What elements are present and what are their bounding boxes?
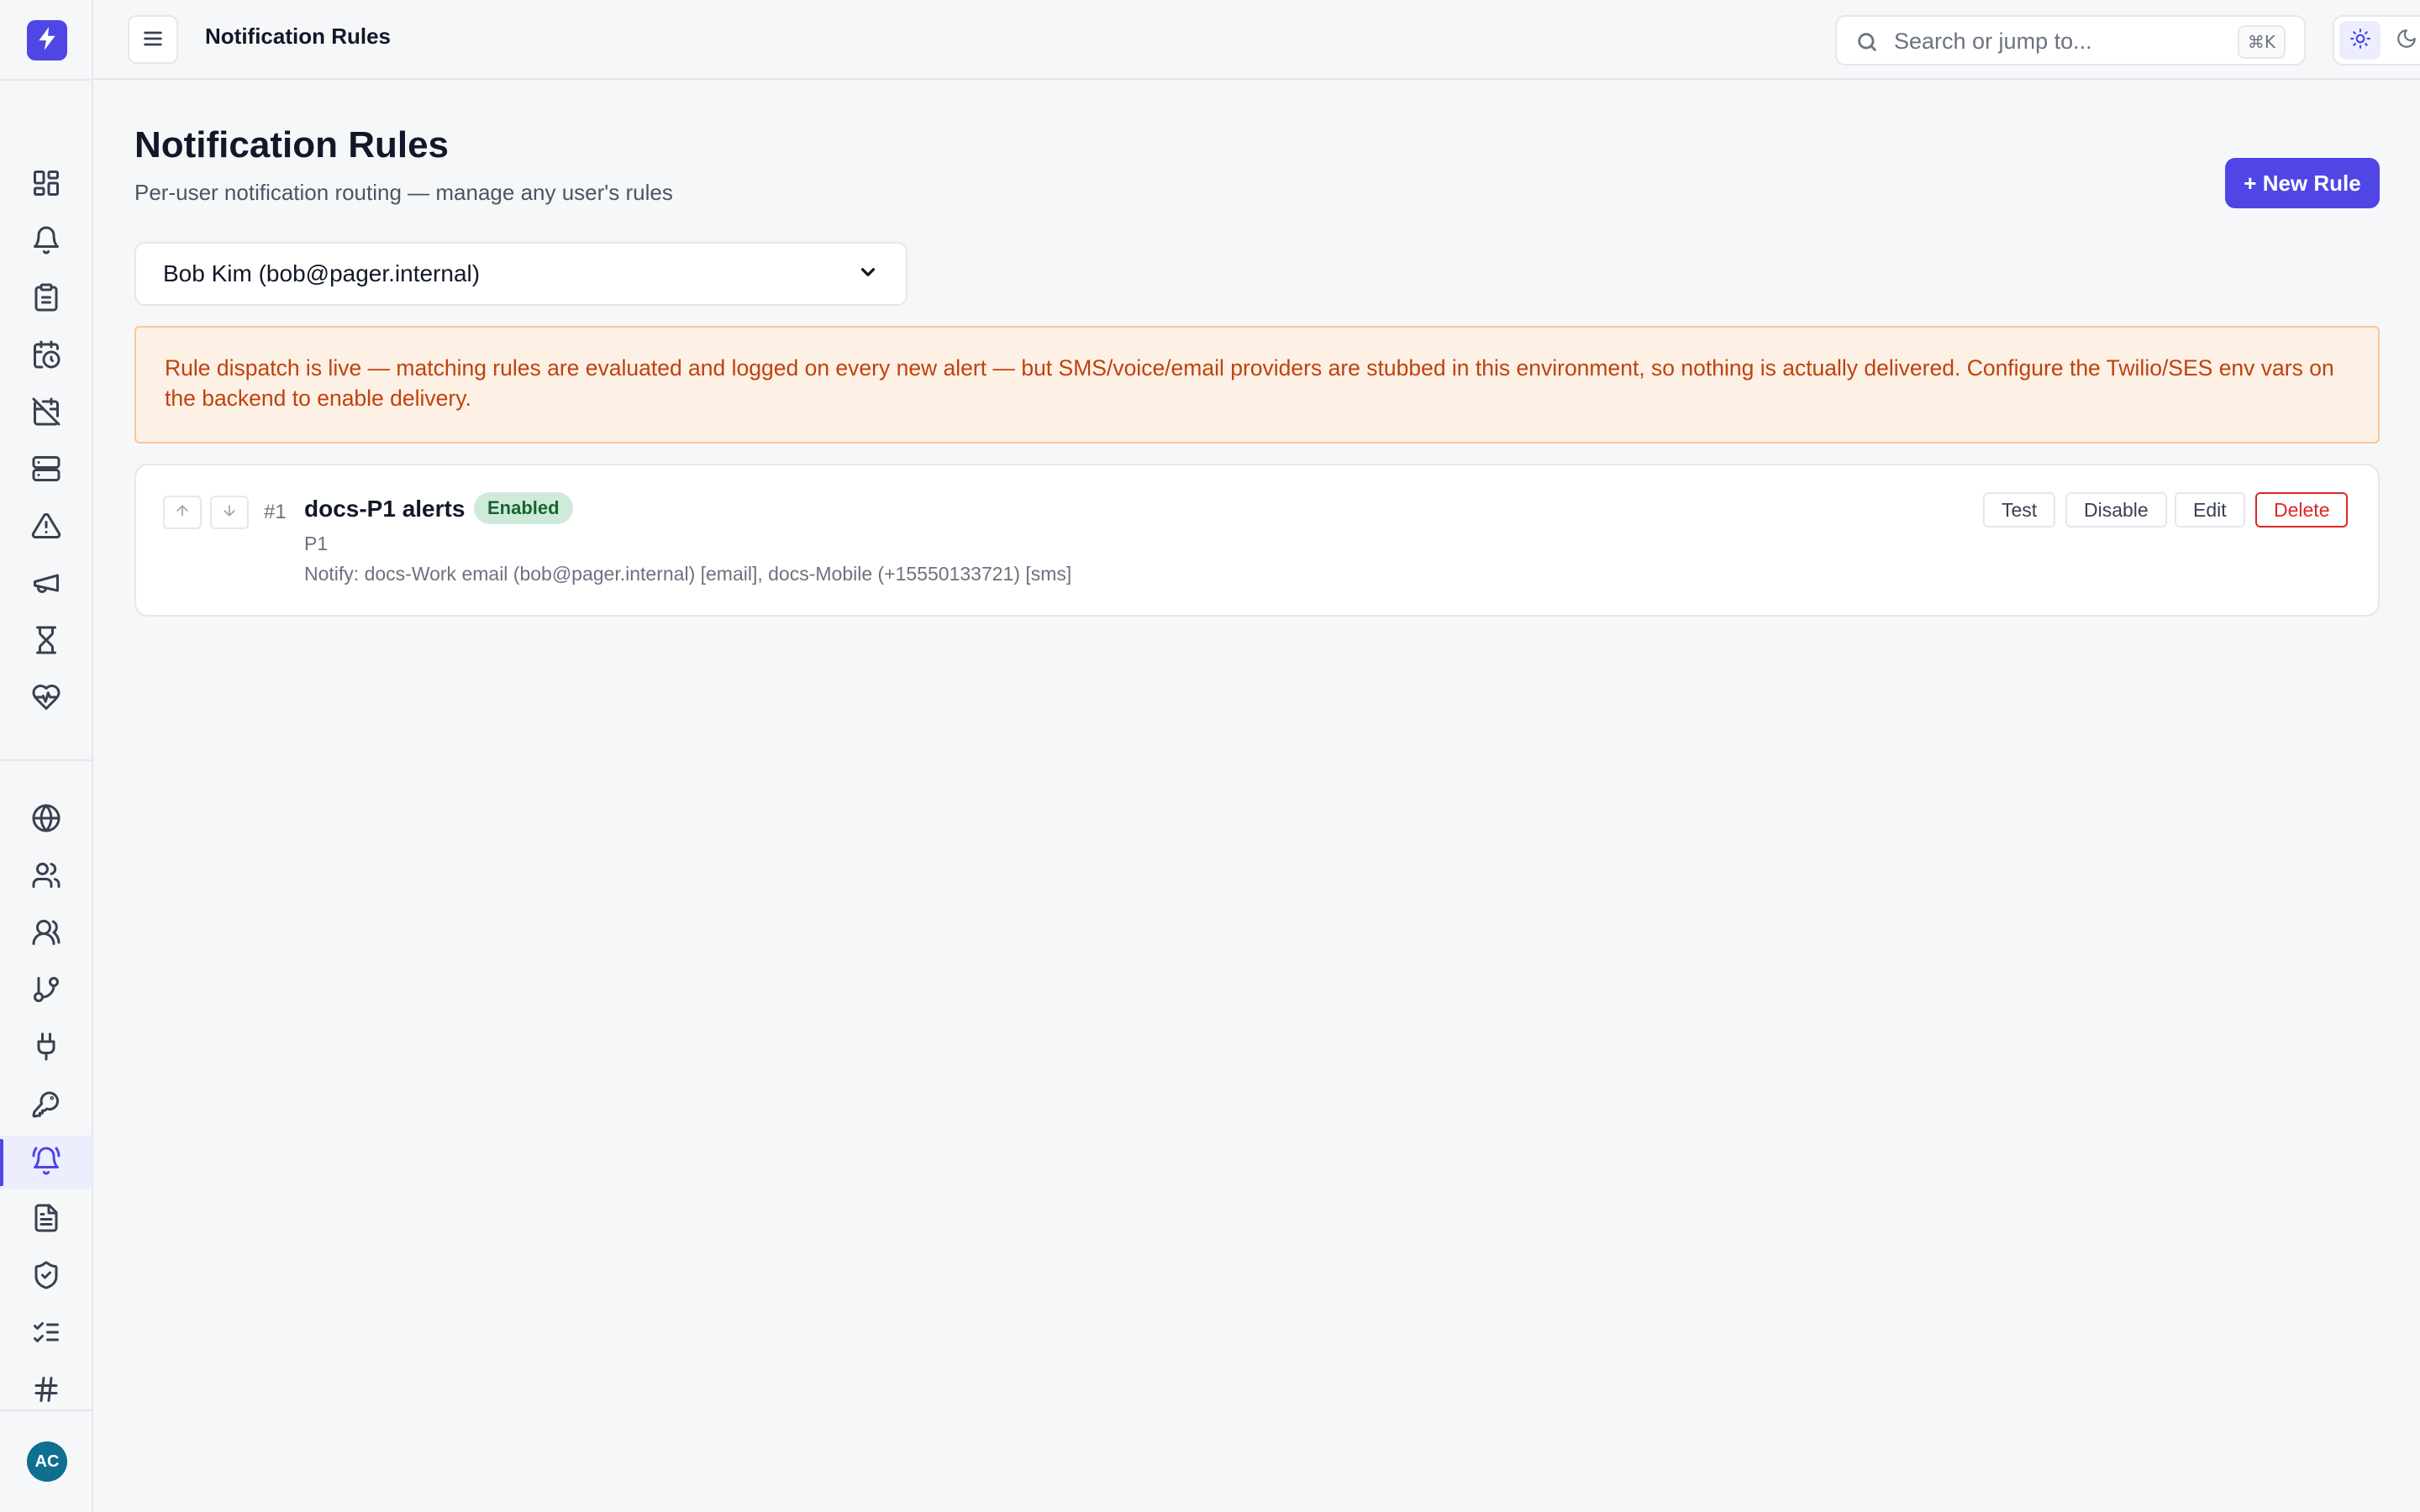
key-icon [31,1089,61,1123]
status-badge: Enabled [474,492,573,524]
chevron-down-icon [857,261,879,287]
sidebar-item-api-keys[interactable] [0,1079,92,1132]
theme-dark-button[interactable] [2386,21,2420,60]
theme-light-button[interactable] [2339,21,2381,60]
megaphone-icon [31,568,61,602]
sidebar-item-escalations[interactable] [0,964,92,1018]
sidebar-item-health[interactable] [0,672,92,726]
search-input[interactable] [1894,25,2213,57]
user-select-value: Bob Kim (bob@pager.internal) [163,260,481,286]
sidebar-item-tasks[interactable] [0,1307,92,1361]
sidebar-item-status-pages[interactable] [0,793,92,847]
user-select[interactable]: Bob Kim (bob@pager.internal) [134,242,908,306]
globe-icon [31,803,61,837]
moon-icon [2396,28,2417,54]
checklist-icon [31,1317,61,1352]
page-title: Notification Rules [134,124,450,165]
new-rule-button[interactable]: + New Rule [2225,158,2380,208]
clipboard-icon [31,282,61,317]
search-shortcut: ⌘K [2237,25,2286,59]
warning-icon [31,511,61,545]
sidebar: AC [0,0,93,1512]
sidebar-item-schedules[interactable] [0,329,92,383]
users-icon [31,860,61,895]
delivery-warning-banner: Rule dispatch is live — matching rules a… [134,326,2380,444]
sidebar-item-audit-log[interactable] [0,1193,92,1247]
sidebar-item-maintenance[interactable] [0,386,92,440]
theme-switcher [2333,15,2420,66]
page-subtitle: Per-user notification routing — manage a… [134,180,673,205]
search-box[interactable]: ⌘K [1835,15,2306,66]
sidebar-item-alerts[interactable] [0,215,92,269]
sidebar-divider [0,759,93,761]
calendar-off-icon [31,396,61,431]
menu-icon [141,27,165,53]
app-logo[interactable] [27,20,67,60]
arrow-up-icon [174,502,191,523]
hourglass-icon [31,625,61,659]
topbar: Notification Rules ⌘K [94,0,2420,80]
plug-icon [31,1032,61,1066]
move-up-button[interactable] [163,496,202,529]
sidebar-item-announcements[interactable] [0,558,92,612]
sidebar-item-users[interactable] [0,850,92,904]
sidebar-item-timeouts[interactable] [0,615,92,669]
bell-ring-icon [31,1146,61,1180]
user-avatar[interactable]: AC [27,1441,67,1482]
rule-notify-targets: Notify: docs-Work email (bob@pager.inter… [304,563,1072,585]
rule-priority: P1 [304,533,329,554]
hash-icon [31,1374,61,1409]
edit-rule-button[interactable]: Edit [2175,492,2245,528]
sidebar-item-incidents[interactable] [0,272,92,326]
git-branch-icon [31,974,61,1009]
bell-icon [31,225,61,260]
rule-index: #1 [264,501,287,523]
rule-card: #1 docs-P1 alerts Enabled P1 Notify: doc… [134,464,2380,617]
sidebar-divider [0,79,93,81]
shield-check-icon [31,1260,61,1294]
move-down-button[interactable] [210,496,249,529]
sidebar-divider [0,1410,93,1411]
disable-rule-button[interactable]: Disable [2065,492,2167,528]
arrow-down-icon [221,502,238,523]
test-rule-button[interactable]: Test [1983,492,2056,528]
sidebar-item-problems[interactable] [0,501,92,554]
heart-pulse-icon [31,682,61,717]
sidebar-item-integrations[interactable] [0,1021,92,1075]
sidebar-item-notification-rules[interactable] [0,1136,92,1189]
delete-rule-button[interactable]: Delete [2255,492,2349,528]
calendar-clock-icon [31,339,61,374]
server-icon [31,454,61,488]
team-icon [31,917,61,952]
sidebar-item-teams[interactable] [0,907,92,961]
sidebar-item-security[interactable] [0,1250,92,1304]
sidebar-item-services[interactable] [0,444,92,497]
rule-name: docs-P1 alerts [304,496,466,522]
topbar-title: Notification Rules [205,24,392,49]
dashboard-icon [31,168,61,202]
sidebar-item-dashboard[interactable] [0,158,92,212]
search-icon [1855,30,1879,54]
bolt-icon [36,26,58,55]
sun-icon [2349,28,2371,54]
menu-toggle-button[interactable] [128,15,178,64]
document-icon [31,1203,61,1237]
